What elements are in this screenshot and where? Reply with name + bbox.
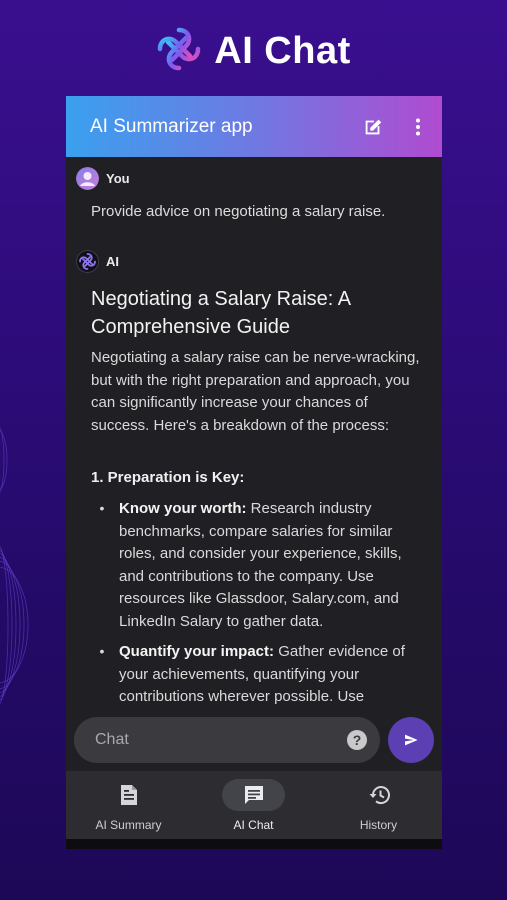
chat-icon (244, 786, 263, 804)
ai-avatar-icon (76, 250, 99, 273)
chat-input[interactable] (93, 730, 337, 750)
send-icon (405, 734, 418, 746)
send-button[interactable] (388, 717, 434, 763)
document-icon (120, 785, 137, 805)
nav-label: AI Chat (233, 818, 274, 832)
list-item: Know your worth: Research industry bench… (119, 498, 424, 633)
ai-sender-name: AI (106, 254, 119, 269)
app-bar: AI Summarizer app (66, 96, 442, 157)
nav-pill (97, 779, 160, 811)
chat-messages[interactable]: You Provide advice on negotiating a sala… (66, 157, 442, 712)
edit-icon (365, 119, 382, 135)
nav-label: History (359, 818, 398, 832)
edit-button[interactable] (360, 114, 386, 140)
bullet-marker: • (99, 643, 105, 659)
history-icon (369, 786, 390, 805)
chat-input-container: ? (74, 717, 380, 763)
nav-pill (347, 779, 410, 811)
ai-sender: AI (76, 250, 119, 273)
nav-pill-active (222, 779, 285, 811)
ai-response-heading: Negotiating a Salary Raise: A Comprehens… (91, 288, 351, 338)
list-item-bold: Quantify your impact: (119, 643, 275, 660)
promo-title: AI Chat (214, 29, 351, 72)
nav-item-ai-chat[interactable]: AI Chat (191, 771, 316, 839)
user-avatar (76, 167, 99, 190)
bullet-marker: • (99, 500, 105, 516)
app-title: AI Summarizer app (90, 116, 253, 137)
bottom-navigation: AI Summary AI Chat History (66, 771, 442, 839)
nav-label: AI Summary (95, 818, 162, 832)
promo-header: AI Chat (0, 26, 507, 76)
chat-input-row: ? (66, 712, 442, 768)
user-message-text: Provide advice on negotiating a salary r… (91, 203, 386, 220)
list-item-text: Research industry benchmarks, compare sa… (119, 500, 402, 630)
ai-response-intro: Negotiating a salary raise can be nerve-… (91, 349, 420, 434)
user-sender-name: You (106, 171, 130, 186)
phone-bottom-edge (66, 839, 442, 849)
user-sender: You (76, 167, 130, 190)
list-item: Quantify your impact: Gather evidence of… (119, 641, 424, 709)
help-icon[interactable]: ? (347, 730, 367, 750)
ai-chat-logo-icon (156, 26, 202, 77)
more-vert-icon (416, 118, 420, 136)
ai-section-title: 1. Preparation is Key: (91, 469, 245, 486)
nav-item-history[interactable]: History (316, 771, 441, 839)
list-item-bold: Know your worth: (119, 500, 247, 517)
nav-item-ai-summary[interactable]: AI Summary (66, 771, 191, 839)
more-options-button[interactable] (405, 114, 431, 140)
phone-screen: AI Summarizer app You Provide advice on … (66, 96, 442, 849)
